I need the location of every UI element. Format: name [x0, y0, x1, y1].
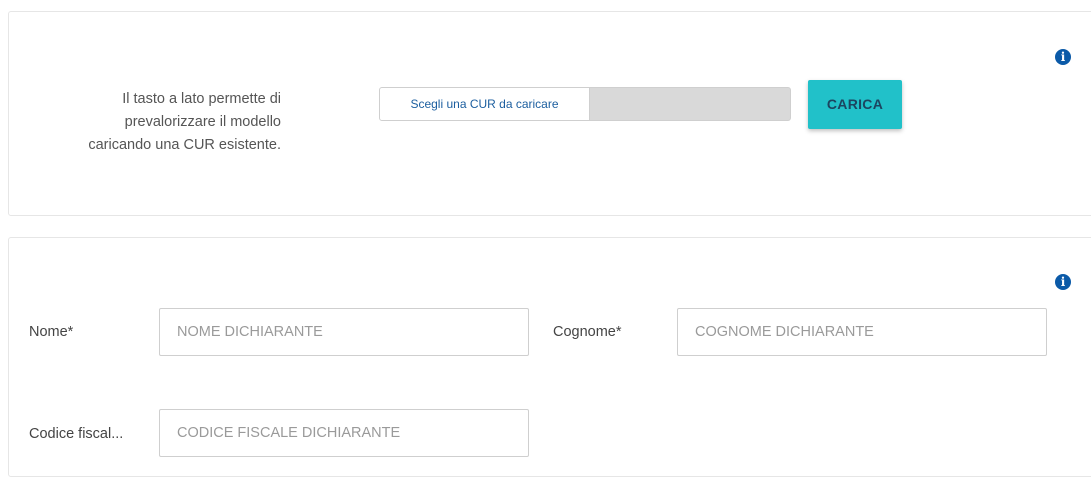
- codice-fiscale-label: Codice fiscal...: [29, 426, 124, 442]
- cur-file-picker[interactable]: Scegli una CUR da caricare: [379, 87, 791, 121]
- declarant-form-panel: i Nome* Cognome* Codice fiscal...: [8, 237, 1091, 477]
- upload-description-line-1: Il tasto a lato permette di: [122, 91, 281, 107]
- carica-button[interactable]: CARICA: [808, 80, 902, 129]
- choose-cur-button[interactable]: Scegli una CUR da caricare: [380, 88, 590, 120]
- info-icon[interactable]: i: [1055, 274, 1071, 290]
- upload-cur-panel: i Il tasto a lato permette di prevaloriz…: [8, 11, 1091, 216]
- nome-input[interactable]: [159, 308, 529, 356]
- info-icon[interactable]: i: [1055, 49, 1071, 65]
- upload-description-line-3: caricando una CUR esistente.: [88, 137, 281, 153]
- upload-description: Il tasto a lato permette di prevalorizza…: [9, 88, 281, 157]
- codice-fiscale-input[interactable]: [159, 409, 529, 457]
- upload-description-line-2: prevalorizzare il modello: [124, 114, 281, 130]
- cognome-label: Cognome*: [553, 324, 622, 340]
- nome-label: Nome*: [29, 324, 74, 340]
- cognome-input[interactable]: [677, 308, 1047, 356]
